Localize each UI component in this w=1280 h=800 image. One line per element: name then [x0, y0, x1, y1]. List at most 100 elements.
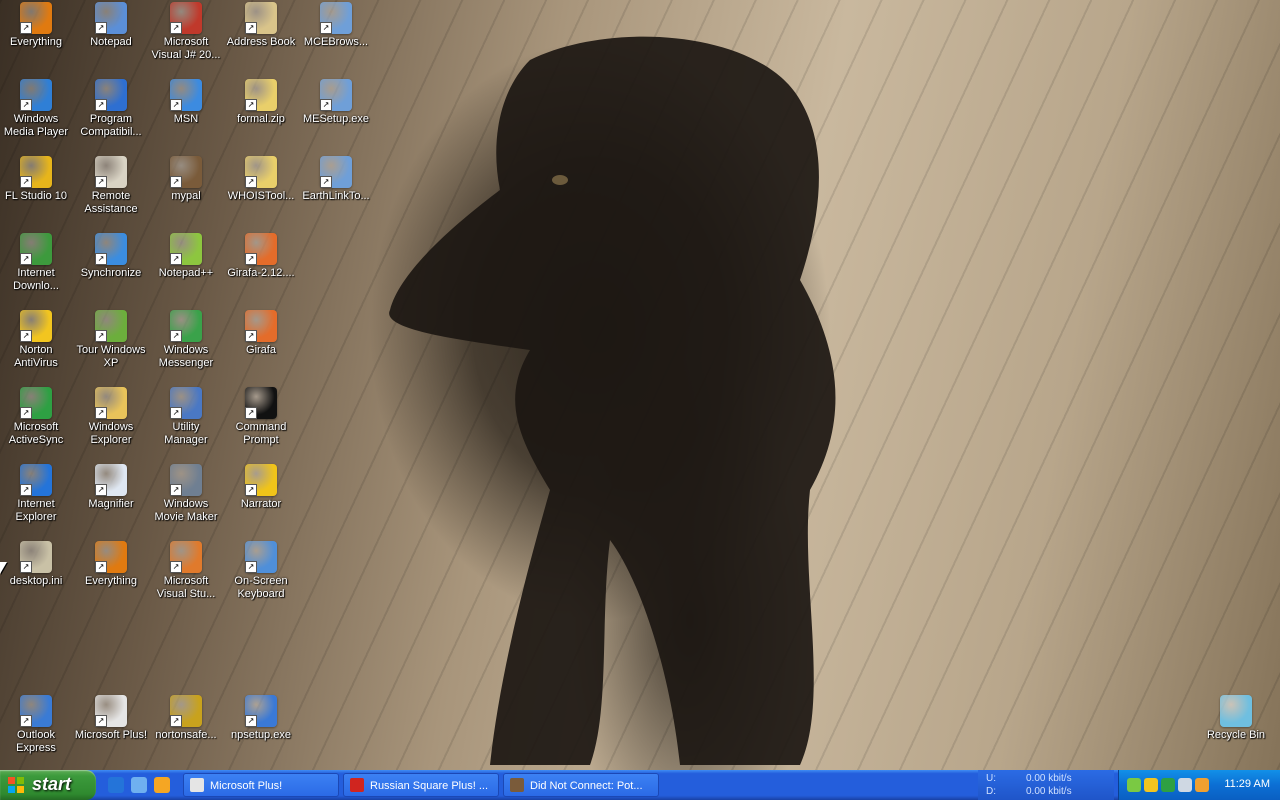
activesync-tray-icon[interactable]	[1161, 778, 1175, 792]
taskbar-button-label: Microsoft Plus!	[210, 780, 283, 792]
taskbar-button-label: Did Not Connect: Pot...	[530, 780, 643, 792]
desktop-icon[interactable]: ↗ Microsoft Plus!	[73, 695, 149, 742]
norton-icon: ↗	[20, 310, 52, 342]
shortcut-arrow-icon: ↗	[20, 715, 32, 727]
movie-maker-icon: ↗	[170, 464, 202, 496]
desktop-icon[interactable]: ↗ MSN	[148, 79, 224, 126]
desktop-icon[interactable]: ↗ Utility Manager	[148, 387, 224, 447]
desktop-icon[interactable]: ↗ Command Prompt	[223, 387, 299, 447]
taskbar-button[interactable]: Russian Square Plus! ...	[343, 773, 499, 797]
activesync-icon: ↗	[20, 387, 52, 419]
everything-icon: ↗	[20, 2, 52, 34]
desktop-icon[interactable]: ↗ Girafa	[223, 310, 299, 357]
media-player-icon[interactable]	[154, 777, 170, 793]
desktop-icon[interactable]: ↗ On-Screen Keyboard	[223, 541, 299, 601]
shortcut-arrow-icon: ↗	[245, 22, 257, 34]
internet-explorer-icon[interactable]	[108, 777, 124, 793]
desktop-icon-label: MSN	[173, 113, 199, 125]
desktop-icon-label: Address Book	[226, 36, 296, 48]
mypal-icon	[510, 778, 524, 792]
desktop-icon-label: WHOISTool...	[227, 190, 295, 202]
desktop-icon-label: Magnifier	[88, 498, 134, 510]
windows-messenger-icon: ↗	[170, 310, 202, 342]
outlook-express-icon: ↗	[20, 695, 52, 727]
taskbar-button[interactable]: Did Not Connect: Pot...	[503, 773, 659, 797]
desktop-icon[interactable]: ↗ Tour Windows XP	[73, 310, 149, 370]
shortcut-arrow-icon: ↗	[95, 176, 107, 188]
shortcut-arrow-icon: ↗	[20, 484, 32, 496]
desktop-icon[interactable]: ↗ Notepad++	[148, 233, 224, 280]
installer-icon: ↗	[320, 2, 352, 34]
desktop-icon[interactable]: ↗ Program Compatibil...	[73, 79, 149, 139]
desktop-icon[interactable]: ↗ EarthLinkTo...	[298, 156, 374, 203]
clock[interactable]: 11:29 AM	[1224, 778, 1270, 790]
desktop-icon[interactable]: ↗ Address Book	[223, 2, 299, 49]
norton-tray-icon[interactable]	[1144, 778, 1158, 792]
shortcut-arrow-icon: ↗	[170, 330, 182, 342]
desktop-icon[interactable]: ↗ formal.zip	[223, 79, 299, 126]
desktop-icon[interactable]: ↗ Notepad	[73, 2, 149, 49]
system-tray: 11:29 AM	[1118, 770, 1280, 800]
shortcut-arrow-icon: ↗	[20, 253, 32, 265]
remote-assistance-icon: ↗	[95, 156, 127, 188]
tour-xp-icon: ↗	[95, 310, 127, 342]
desktop-icon[interactable]: ↗ nortonsafe...	[148, 695, 224, 742]
microsoft-plus-icon: ↗	[95, 695, 127, 727]
desktop[interactable]: ↗ Everything ↗ Windows Media Player ↗ FL Stud…	[0, 0, 1280, 770]
desktop-icon[interactable]: ↗ Remote Assistance	[73, 156, 149, 216]
desktop-icon[interactable]: ↗ Microsoft Visual Stu...	[148, 541, 224, 601]
desktop-icon[interactable]: ↗ Windows Media Player	[0, 79, 74, 139]
desktop-icon-label: Girafa	[246, 344, 276, 356]
shortcut-arrow-icon: ↗	[245, 484, 257, 496]
desktop-icon[interactable]: ↗ Windows Explorer	[73, 387, 149, 447]
desktop-icon[interactable]: ↗ Windows Movie Maker	[148, 464, 224, 524]
taskbar-button[interactable]: Microsoft Plus!	[183, 773, 339, 797]
shortcut-arrow-icon: ↗	[320, 176, 332, 188]
recycle-bin-label: Recycle Bin	[1206, 729, 1266, 741]
desktop-icon-label: Program Compatibil...	[80, 113, 142, 138]
desktop-icon[interactable]: ↗ Internet Downlo...	[0, 233, 74, 293]
desktop-icon[interactable]: ↗ mypal	[148, 156, 224, 203]
shortcut-arrow-icon: ↗	[95, 330, 107, 342]
desktop-icon[interactable]: ↗ Norton AntiVirus	[0, 310, 74, 370]
desktop-icon[interactable]: ↗ Internet Explorer	[0, 464, 74, 524]
desktop-icon[interactable]: ↗ FL Studio 10	[0, 156, 74, 203]
desktop-icon[interactable]: ↗ Everything	[73, 541, 149, 588]
recycle-bin[interactable]: Recycle Bin	[1198, 695, 1274, 742]
fl-studio-icon: ↗	[20, 156, 52, 188]
desktop-icon[interactable]: ↗ Magnifier	[73, 464, 149, 511]
desktop-icon[interactable]: ↗ Outlook Express	[0, 695, 74, 755]
shortcut-arrow-icon: ↗	[320, 22, 332, 34]
desktop-icon[interactable]: ↗ Synchronize	[73, 233, 149, 280]
desktop-icon-label: Notepad++	[158, 267, 214, 279]
shortcut-arrow-icon: ↗	[170, 407, 182, 419]
desktop-icon[interactable]: ↗ Microsoft Visual J# 20...	[148, 2, 224, 62]
shortcut-arrow-icon: ↗	[170, 176, 182, 188]
taskbar: start Microsoft Plus! Russian Square Plus…	[0, 770, 1280, 800]
desktop-icon-label: MCEBrows...	[303, 36, 369, 48]
desktop-icon-label: Windows Explorer	[88, 421, 134, 446]
desktop-icon[interactable]: ↗ MESetup.exe	[298, 79, 374, 126]
clock-tray-icon[interactable]	[1178, 778, 1192, 792]
desktop-icon[interactable]: ↗ Girafa-2.12....	[223, 233, 299, 280]
desktop-icon-label: npsetup.exe	[231, 729, 291, 741]
desktop-icon-label: Microsoft ActiveSync	[8, 421, 64, 446]
desktop-icon[interactable]: ↗ Narrator	[223, 464, 299, 511]
desktop-icon-label: Tour Windows XP	[76, 344, 146, 369]
desktop-icon[interactable]: ↗ Windows Messenger	[148, 310, 224, 370]
network-icon[interactable]	[1127, 778, 1141, 792]
desktop-icon[interactable]: ↗ Microsoft ActiveSync	[0, 387, 74, 447]
search-tray-icon[interactable]	[1195, 778, 1209, 792]
desktop-icon[interactable]: ↗ WHOISTool...	[223, 156, 299, 203]
mouse-cursor	[0, 562, 7, 574]
desktop-icon[interactable]: ↗ Everything	[0, 2, 74, 49]
desktop-icon[interactable]: ↗ MCEBrows...	[298, 2, 374, 49]
desktop-icon-label: FL Studio 10	[5, 190, 67, 202]
desktop-icon-label: Internet Downlo...	[13, 267, 59, 292]
outlook-express-icon[interactable]	[131, 777, 147, 793]
desktop-icon[interactable]: ↗ npsetup.exe	[223, 695, 299, 742]
desktop-icon[interactable]: ↗ desktop.ini	[0, 541, 74, 588]
synchronize-icon: ↗	[95, 233, 127, 265]
start-button[interactable]: start	[0, 770, 96, 800]
windows-explorer-icon: ↗	[95, 387, 127, 419]
